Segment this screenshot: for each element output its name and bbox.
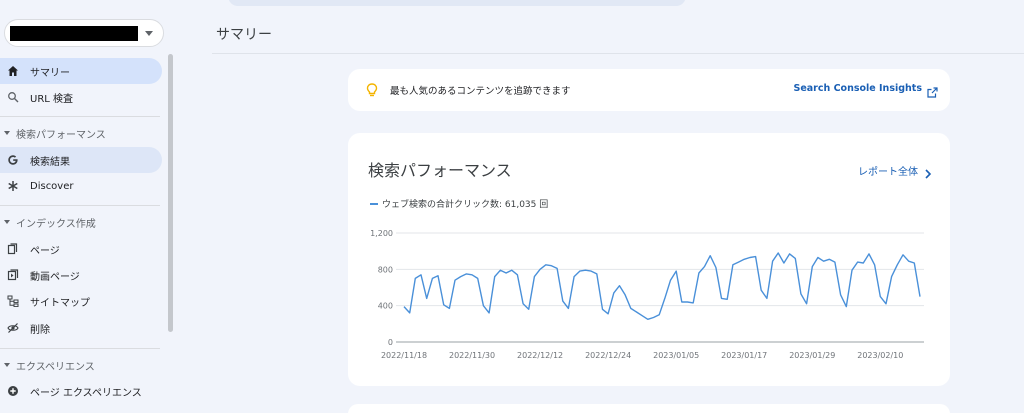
next-card xyxy=(348,404,950,413)
sidebar-item-sitemaps[interactable]: サイトマップ xyxy=(0,288,162,314)
sidebar-item-label: ページ エクスペリエンス xyxy=(30,387,142,399)
sidebar-item-video-pages[interactable]: 動画ページ xyxy=(0,262,162,288)
performance-card: 検索パフォーマンス レポート全体 ウェブ検索の合計クリック数: 61,035 回… xyxy=(348,133,950,386)
legend-label: ウェブ検索の合計クリック数: 61,035 回 xyxy=(382,200,549,210)
sidebar-divider xyxy=(0,205,160,206)
sidebar-item-pages[interactable]: ページ xyxy=(0,236,162,262)
sidebar-divider xyxy=(0,116,160,117)
collapse-triangle-icon xyxy=(4,220,10,224)
x-tick-label: 2023/02/10 xyxy=(857,351,903,360)
x-tick-label: 2022/12/12 xyxy=(517,351,563,360)
x-tick-label: 2023/01/29 xyxy=(789,351,835,360)
insights-text: 最も人気のあるコンテンツを追跡できます xyxy=(390,86,571,97)
sidebar-item-label: 動画ページ xyxy=(30,271,80,283)
section-experience[interactable]: エクスペリエンス xyxy=(0,355,162,375)
video-page-icon xyxy=(7,269,19,281)
collapse-triangle-icon xyxy=(4,363,10,367)
y-tick-label: 0 xyxy=(388,338,393,347)
sidebar-item-url-inspection[interactable]: URL 検査 xyxy=(0,84,162,110)
chart-legend[interactable]: ウェブ検索の合計クリック数: 61,035 回 xyxy=(370,197,548,210)
sidebar-item-label: サイトマップ xyxy=(30,297,90,309)
plus-circle-icon xyxy=(7,385,19,397)
section-label: エクスペリエンス xyxy=(16,361,95,373)
top-search-bar[interactable] xyxy=(228,0,686,6)
sitemap-icon xyxy=(7,295,19,307)
redacted-property-name xyxy=(10,26,138,41)
section-indexing[interactable]: インデックス作成 xyxy=(0,212,162,232)
home-icon xyxy=(7,65,19,77)
clicks-line-chart[interactable]: 0 400 800 1,200 2022/11/18 2022/11/30 2022/12/… xyxy=(348,221,950,366)
pages-icon xyxy=(7,243,19,255)
performance-title: 検索パフォーマンス xyxy=(368,161,512,180)
x-tick-label: 2022/11/30 xyxy=(449,351,495,360)
sidebar-item-search-results[interactable]: 検索結果 xyxy=(0,147,162,173)
x-tick-label: 2022/11/18 xyxy=(381,351,427,360)
legend-swatch xyxy=(370,202,378,205)
y-tick-label: 1,200 xyxy=(370,229,393,238)
sidebar-item-removals[interactable]: 削除 xyxy=(0,315,162,341)
asterisk-icon xyxy=(7,180,19,192)
sidebar-divider xyxy=(0,348,160,349)
external-link-icon[interactable] xyxy=(927,83,938,102)
y-tick-label: 800 xyxy=(378,265,393,274)
y-tick-label: 400 xyxy=(378,302,393,311)
property-selector[interactable] xyxy=(4,19,164,47)
sidebar-item-label: 削除 xyxy=(30,324,50,336)
sidebar-item-page-experience[interactable]: ページ エクスペリエンス xyxy=(0,378,162,404)
sidebar-item-label: サマリー xyxy=(30,67,70,79)
sidebar-item-label: Discover xyxy=(30,180,74,192)
sidebar: サマリー URL 検査 検索パフォーマンス 検索結果 Discover インデッ… xyxy=(0,0,176,413)
x-tick-label: 2022/12/24 xyxy=(585,351,631,360)
lightbulb-icon xyxy=(366,82,378,101)
sidebar-item-label: ページ xyxy=(30,245,60,257)
title-divider xyxy=(212,53,1024,54)
section-label: 検索パフォーマンス xyxy=(16,129,106,141)
dropdown-caret-icon xyxy=(145,31,153,36)
sidebar-item-label: 検索結果 xyxy=(30,156,70,168)
insights-card: 最も人気のあるコンテンツを追跡できます Search Console Insig… xyxy=(348,69,950,111)
chevron-right-icon[interactable] xyxy=(924,164,932,183)
section-search-performance[interactable]: 検索パフォーマンス xyxy=(0,123,162,143)
collapse-triangle-icon xyxy=(4,131,10,135)
sidebar-item-discover[interactable]: Discover xyxy=(0,173,162,199)
page-title: サマリー xyxy=(216,27,272,43)
section-label: インデックス作成 xyxy=(16,218,96,230)
search-console-insights-link[interactable]: Search Console Insights xyxy=(793,83,922,94)
search-icon xyxy=(7,91,19,103)
full-report-link[interactable]: レポート全体 xyxy=(858,163,918,178)
sidebar-scrollbar[interactable] xyxy=(168,54,173,332)
removal-icon xyxy=(7,322,19,334)
google-g-icon xyxy=(7,154,19,166)
x-tick-label: 2023/01/05 xyxy=(653,351,699,360)
x-tick-label: 2023/01/17 xyxy=(721,351,767,360)
sidebar-item-label: URL 検査 xyxy=(30,93,74,105)
clicks-series-line[interactable] xyxy=(403,252,921,321)
sidebar-item-summary[interactable]: サマリー xyxy=(0,58,162,84)
